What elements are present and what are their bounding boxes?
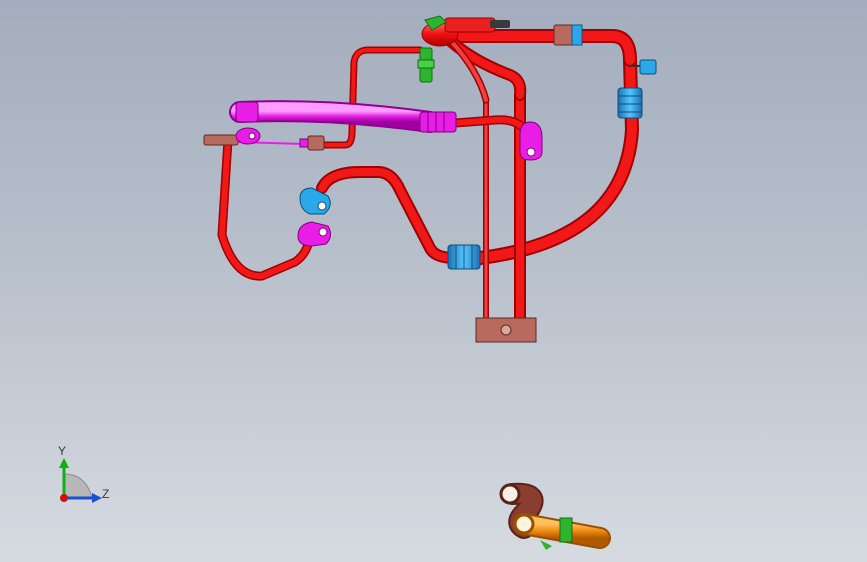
mounting-bracket-right[interactable] [519, 121, 543, 161]
secondary-assembly-preview[interactable] [499, 482, 611, 550]
pipe-clamp-bottom[interactable] [447, 244, 481, 270]
axis-triad[interactable]: Y Z [58, 444, 109, 503]
coupler-ring [571, 24, 583, 46]
mounting-bracket-magenta[interactable] [297, 221, 332, 247]
axis-z-label: Z [102, 487, 109, 501]
suction-hose[interactable] [229, 100, 457, 133]
cad-viewport[interactable]: Y Z [0, 0, 867, 562]
axis-y-label: Y [58, 444, 66, 458]
left-end-fitting[interactable] [203, 127, 325, 151]
mounting-block[interactable] [475, 317, 537, 343]
pipe-clamp-right[interactable] [617, 87, 643, 119]
3d-model-scene[interactable]: Y Z [0, 0, 867, 562]
